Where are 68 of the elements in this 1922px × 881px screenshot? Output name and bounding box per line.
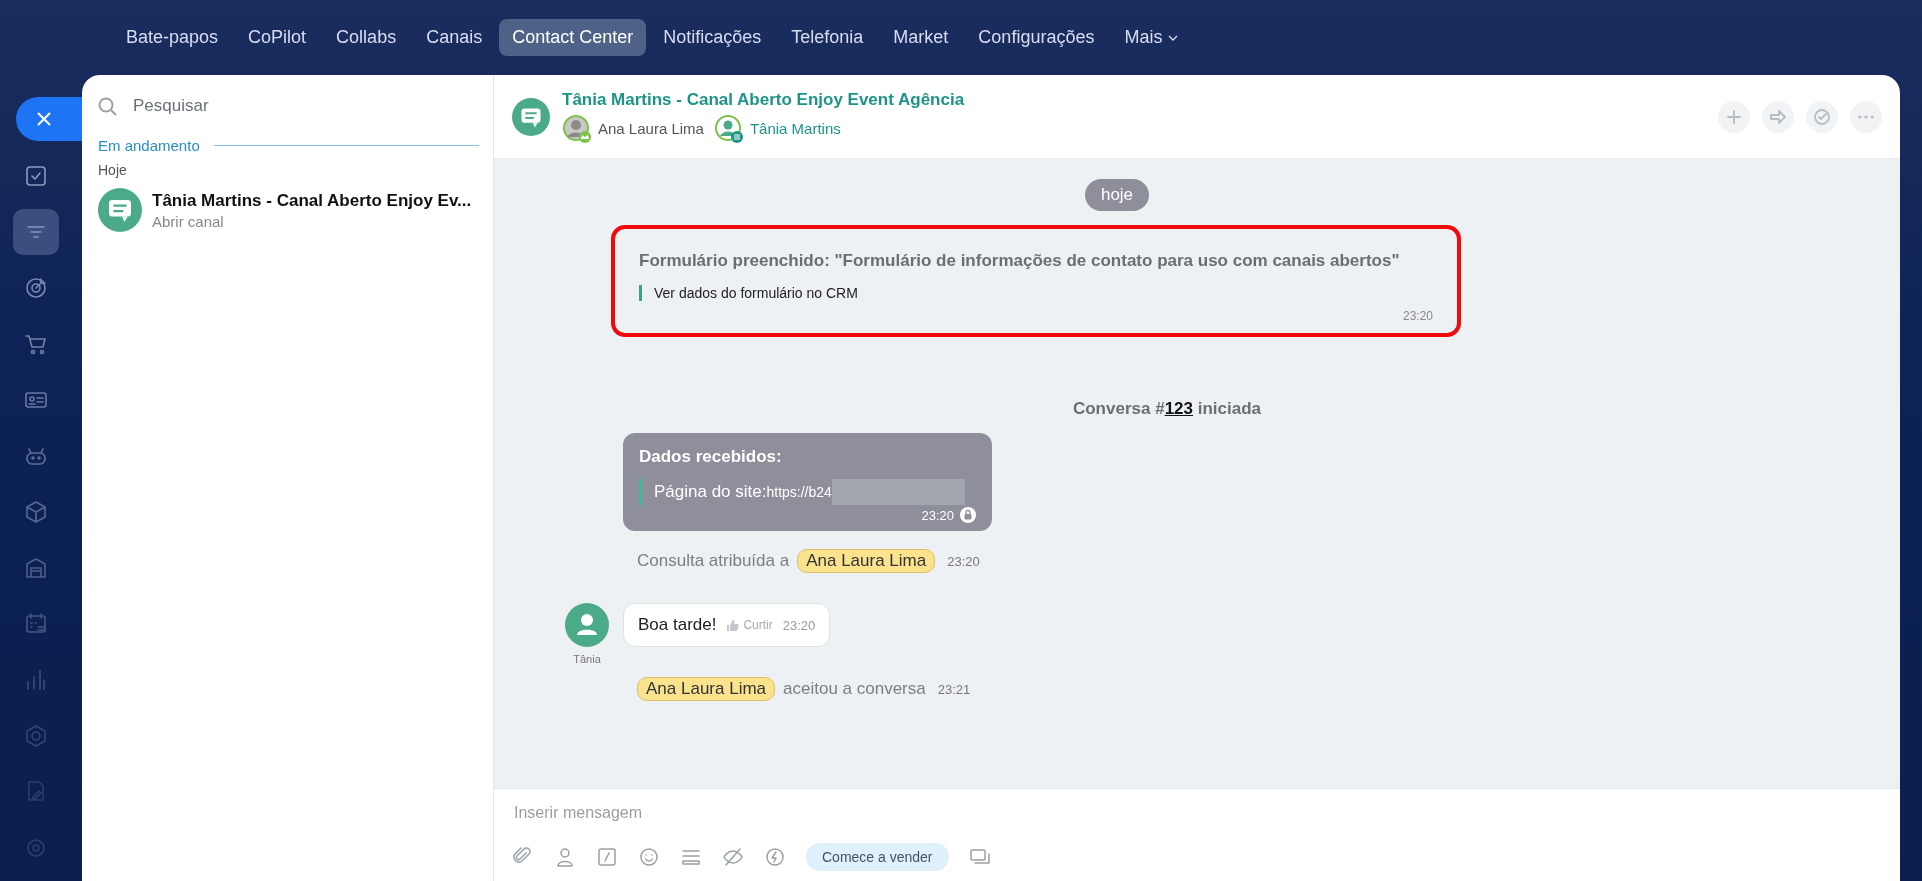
finish-button[interactable] [1806,100,1838,133]
section-heading: Em andamento [98,137,200,154]
close-icon [36,111,52,127]
caret-icon [1168,34,1179,41]
forward-button[interactable] [1762,100,1794,133]
lock-icon [960,507,976,523]
message-time: 23:21 [937,681,971,697]
nav-tab[interactable]: Mais [1111,19,1192,56]
checkbox-icon [23,163,49,189]
date-label: hoje [1084,179,1150,211]
form-link[interactable]: Ver dados do formulário no CRM [639,285,1433,301]
arrow-right-icon [1769,107,1787,126]
system-text: aceitou a conversa [783,679,926,699]
warehouse-icon [23,555,49,581]
author-name: Tânia [573,653,601,665]
chat-list-item[interactable]: Tânia Martins - Canal Aberto Enjoy Ev... Abrir canal [98,188,479,232]
chat-title: Tânia Martins - Canal Aberto Enjoy Ev... [152,190,472,211]
plus-icon [1725,107,1743,126]
message-time: 23:20 [1401,309,1433,323]
participant-name: Ana Laura Lima [598,120,704,137]
emoji-button[interactable] [638,846,660,868]
url-text: https://b24 [766,484,832,500]
user-avatar-icon [713,113,744,144]
group-label: Hoje [98,162,128,178]
system-message: Conversa #123 iniciada [1072,399,1262,419]
user-avatar-icon [565,603,609,647]
conversation-link[interactable]: 123 [1164,399,1193,418]
sidebar-button[interactable] [13,209,59,255]
message-time: 23:20 [947,553,980,569]
data-title: Dados recebidos: [639,447,783,467]
close-button[interactable] [16,97,82,141]
nav-tab[interactable]: Notificações [650,19,775,56]
nav-tab[interactable]: CoPilot [235,19,320,56]
target-icon [23,275,49,301]
chat-bubble-icon [98,188,142,232]
nav-tab[interactable]: Collabs [323,19,410,56]
chat-subtitle: Abrir canal [152,212,225,230]
nav-tab[interactable]: Canais [413,19,496,56]
message-time: 23:20 [782,617,816,633]
check-circle-icon [1813,107,1831,126]
search-icon [98,96,117,116]
more-icon [1858,114,1874,119]
nav-tab[interactable]: Configurações [965,19,1108,56]
field-label: Página do site: [654,482,767,502]
user-mention[interactable]: Ana Laura Lima [637,677,776,701]
box-icon [23,499,49,525]
form-title: Formulário preenchido: "Formulário de informações de contato para uso com canais abertos" [639,251,1401,271]
sell-button[interactable]: Comece a vender [806,843,949,871]
contact-button[interactable] [554,846,576,868]
nav-tab[interactable]: Market [880,19,962,56]
participant-name[interactable]: Tânia Martins [749,120,841,137]
hidden-button[interactable] [722,846,744,868]
nav-tab[interactable]: Telefonia [778,19,877,56]
message-text: Boa tarde! [638,615,717,635]
system-text: Consulta atribuída a [637,551,790,571]
chat-bubble-icon [512,97,550,136]
hexagon-icon [23,723,49,749]
quick-reply-button[interactable] [764,846,786,868]
thumbs-up-icon [726,618,740,632]
chat-title[interactable]: Tânia Martins - Canal Aberto Enjoy Event Agência [562,89,965,110]
command-button[interactable] [596,846,618,868]
nav-tab[interactable]: Contact Center [499,19,647,56]
nav-tab[interactable]: Bate-papos [113,19,232,56]
user-avatar-icon [562,113,592,144]
add-button[interactable] [1718,100,1750,133]
more-button[interactable] [1850,100,1882,133]
user-mention[interactable]: Ana Laura Lima [797,549,936,573]
message-time: 23:20 [921,507,954,523]
